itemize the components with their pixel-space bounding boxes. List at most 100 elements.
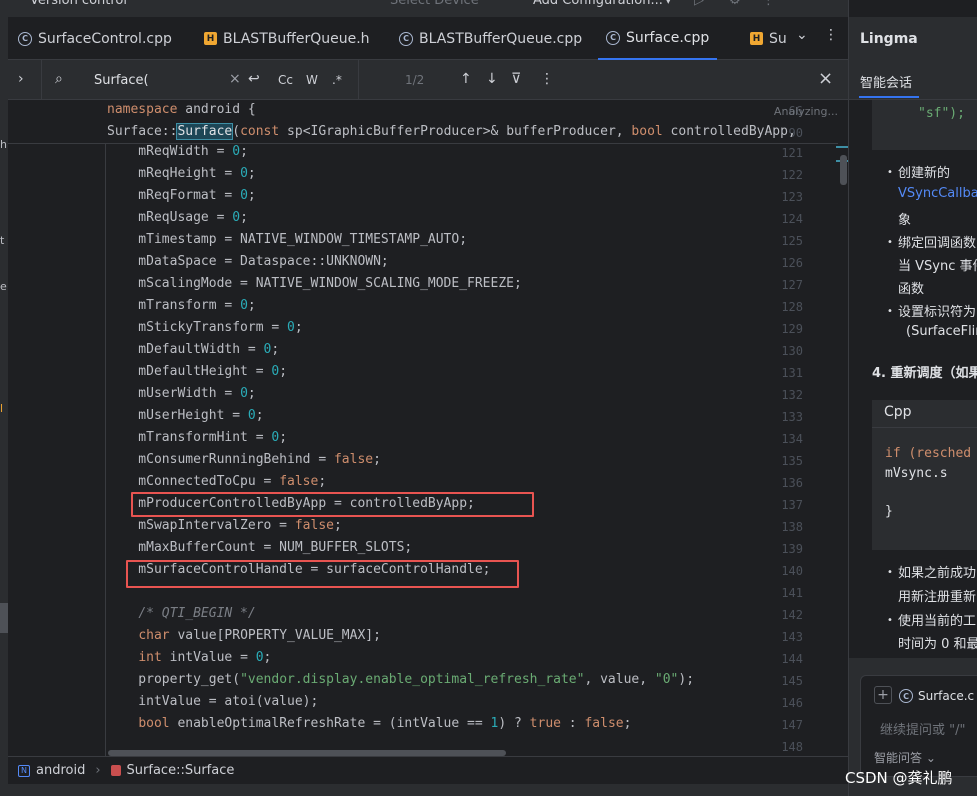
code-line: "sf"); xyxy=(918,106,965,121)
chat-input-box[interactable]: + C Surface.c 继续提问或 "/" 智能问答 ⌄ xyxy=(860,675,977,777)
chevron-right-icon: › xyxy=(95,763,101,778)
code-line[interactable]: /* QTI_BEGIN */ xyxy=(107,606,255,621)
add-context-button[interactable]: + xyxy=(874,686,892,704)
new-line-icon[interactable]: ↩ xyxy=(248,71,260,87)
code-line[interactable]: intValue = atoi(value); xyxy=(107,694,318,709)
chat-link[interactable]: VSyncCallbac xyxy=(898,186,977,201)
sticky-code-line[interactable]: Surface::Surface(const sp<IGraphicBuffer… xyxy=(107,123,796,140)
chevron-down-icon[interactable]: ▾ xyxy=(665,0,672,8)
code-line[interactable]: mUserHeight = 0; xyxy=(107,408,263,423)
code-editor[interactable]: 66 namespace android {90 Surface::Surface(… xyxy=(8,100,848,756)
code-line[interactable]: mTimestamp = NATIVE_WINDOW_TIMESTAMP_AUT… xyxy=(107,232,467,247)
breadcrumb-namespace[interactable]: android xyxy=(36,763,85,778)
breadcrumb-function[interactable]: Surface::Surface xyxy=(127,763,235,778)
chat-text: 函数 xyxy=(898,282,925,297)
search-history-icon[interactable]: ⌕ xyxy=(55,71,63,87)
chat-text: 如果之前成功 xyxy=(898,566,977,581)
line-number: 133 xyxy=(781,410,803,424)
code-line[interactable]: mStickyTransform = 0; xyxy=(107,320,302,335)
divider xyxy=(358,60,359,100)
code-line[interactable]: mScalingMode = NATIVE_WINDOW_SCALING_MOD… xyxy=(107,276,522,291)
code-line[interactable]: mSwapIntervalZero = false; xyxy=(107,518,342,533)
code-line[interactable]: bool enableOptimalRefreshRate = (intValu… xyxy=(107,716,631,731)
cpp-file-icon: C xyxy=(18,31,32,46)
context-file-chip[interactable]: C Surface.c xyxy=(899,686,974,706)
run-icon[interactable]: ▷ xyxy=(694,0,704,8)
code-line: } xyxy=(885,504,893,519)
expand-replace-icon[interactable]: › xyxy=(18,71,24,87)
code-line[interactable]: mReqUsage = 0; xyxy=(107,210,248,225)
tab-smart-chat[interactable]: 智能会话 xyxy=(860,72,912,91)
code-line: mVsync.s xyxy=(885,466,948,481)
debug-icon[interactable]: ⚙ xyxy=(729,0,741,8)
code-line[interactable]: mConnectedToCpu = false; xyxy=(107,474,326,489)
code-line: if (resched xyxy=(885,446,972,461)
tab-surface-cpp[interactable]: C Surface.cpp xyxy=(598,17,718,60)
code-line[interactable]: property_get("vendor.display.enable_opti… xyxy=(107,672,694,687)
bullet: • xyxy=(887,567,893,578)
code-language: Cpp xyxy=(884,404,912,420)
code-line[interactable]: mReqHeight = 0; xyxy=(107,166,255,181)
close-icon[interactable]: × xyxy=(818,68,833,89)
bullet: • xyxy=(887,615,893,626)
cpp-file-icon: C xyxy=(606,30,620,45)
chevron-down-icon: ⌄ xyxy=(925,751,936,765)
words-toggle[interactable]: W xyxy=(306,73,318,87)
tab-blastbufferqueue-h[interactable]: H BLASTBufferQueue.h xyxy=(204,17,370,60)
code-line[interactable]: mDefaultHeight = 0; xyxy=(107,364,287,379)
bullet: • xyxy=(887,167,893,178)
search-input[interactable] xyxy=(94,71,234,89)
cpp-file-icon: C xyxy=(899,689,913,703)
code-block: Cpp if (resched mVsync.s } xyxy=(872,400,977,550)
line-number: 134 xyxy=(781,432,803,446)
tab-blastbufferqueue-cpp[interactable]: C BLASTBufferQueue.cpp xyxy=(399,17,582,60)
divider xyxy=(105,144,106,756)
lingma-panel: Lingma 智能会话 "sf"); • 创建新的 VSyncCallbac 象… xyxy=(849,17,977,796)
run-configuration-selector[interactable]: Add Configuration... xyxy=(533,0,663,8)
clear-icon[interactable]: × xyxy=(229,71,241,87)
line-number: 128 xyxy=(781,300,803,314)
match-case-toggle[interactable]: Cc xyxy=(278,73,293,87)
sticky-code-line[interactable]: namespace android { xyxy=(107,102,256,117)
code-line[interactable]: mReqWidth = 0; xyxy=(107,144,248,159)
chip-label: Surface.c xyxy=(918,689,975,703)
line-number: 141 xyxy=(781,586,803,600)
previous-match-icon[interactable]: ↑ xyxy=(460,71,472,87)
code-line[interactable]: mDefaultWidth = 0; xyxy=(107,342,279,357)
code-line[interactable]: mReqFormat = 0; xyxy=(107,188,255,203)
regex-toggle[interactable]: .* xyxy=(332,73,342,87)
function-icon xyxy=(110,765,121,776)
chat-text: 象 xyxy=(898,213,912,228)
filter-icon[interactable]: ⊽ xyxy=(511,71,521,87)
bullet: • xyxy=(887,306,893,317)
line-number: 121 xyxy=(781,146,803,160)
code-line[interactable]: mUserWidth = 0; xyxy=(107,386,255,401)
highlight-box xyxy=(131,492,534,517)
line-number: 147 xyxy=(781,718,803,732)
device-selector[interactable]: Select Device xyxy=(390,0,479,8)
line-number: 131 xyxy=(781,366,803,380)
strip-marker: l xyxy=(0,403,4,415)
code-line[interactable]: mTransform = 0; xyxy=(107,298,255,313)
tab-surfacecontrol-cpp[interactable]: C SurfaceControl.cpp xyxy=(18,17,172,60)
line-number: 142 xyxy=(781,608,803,622)
code-line[interactable]: mDataSpace = Dataspace::UNKNOWN; xyxy=(107,254,388,269)
title-bar: Version control Select Device Add Config… xyxy=(0,0,848,17)
code-line[interactable]: mMaxBufferCount = NUM_BUFFER_SLOTS; xyxy=(107,540,412,555)
ask-mode-selector[interactable]: 智能问答 ⌄ xyxy=(874,749,936,766)
tab-overflow[interactable]: H Su xyxy=(750,17,787,60)
chevron-down-icon[interactable]: ⌄ xyxy=(796,27,808,43)
code-line[interactable]: int intValue = 0; xyxy=(107,650,271,665)
more-icon[interactable]: ⋮ xyxy=(540,71,554,87)
code-line[interactable]: mConsumerRunningBehind = false; xyxy=(107,452,381,467)
more-icon[interactable]: ⋮ xyxy=(824,27,838,43)
code-line[interactable]: char value[PROPERTY_VALUE_MAX]; xyxy=(107,628,381,643)
line-number: 144 xyxy=(781,652,803,666)
chat-input-placeholder[interactable]: 继续提问或 "/" xyxy=(880,719,965,738)
next-match-icon[interactable]: ↓ xyxy=(486,71,498,87)
vertical-scrollbar[interactable] xyxy=(840,155,847,185)
code-line[interactable]: mTransformHint = 0; xyxy=(107,430,287,445)
version-control-menu[interactable]: Version control xyxy=(30,0,127,8)
more-icon[interactable]: ⋮ xyxy=(762,0,775,8)
analyzing-status: Analyzing... xyxy=(773,105,838,118)
